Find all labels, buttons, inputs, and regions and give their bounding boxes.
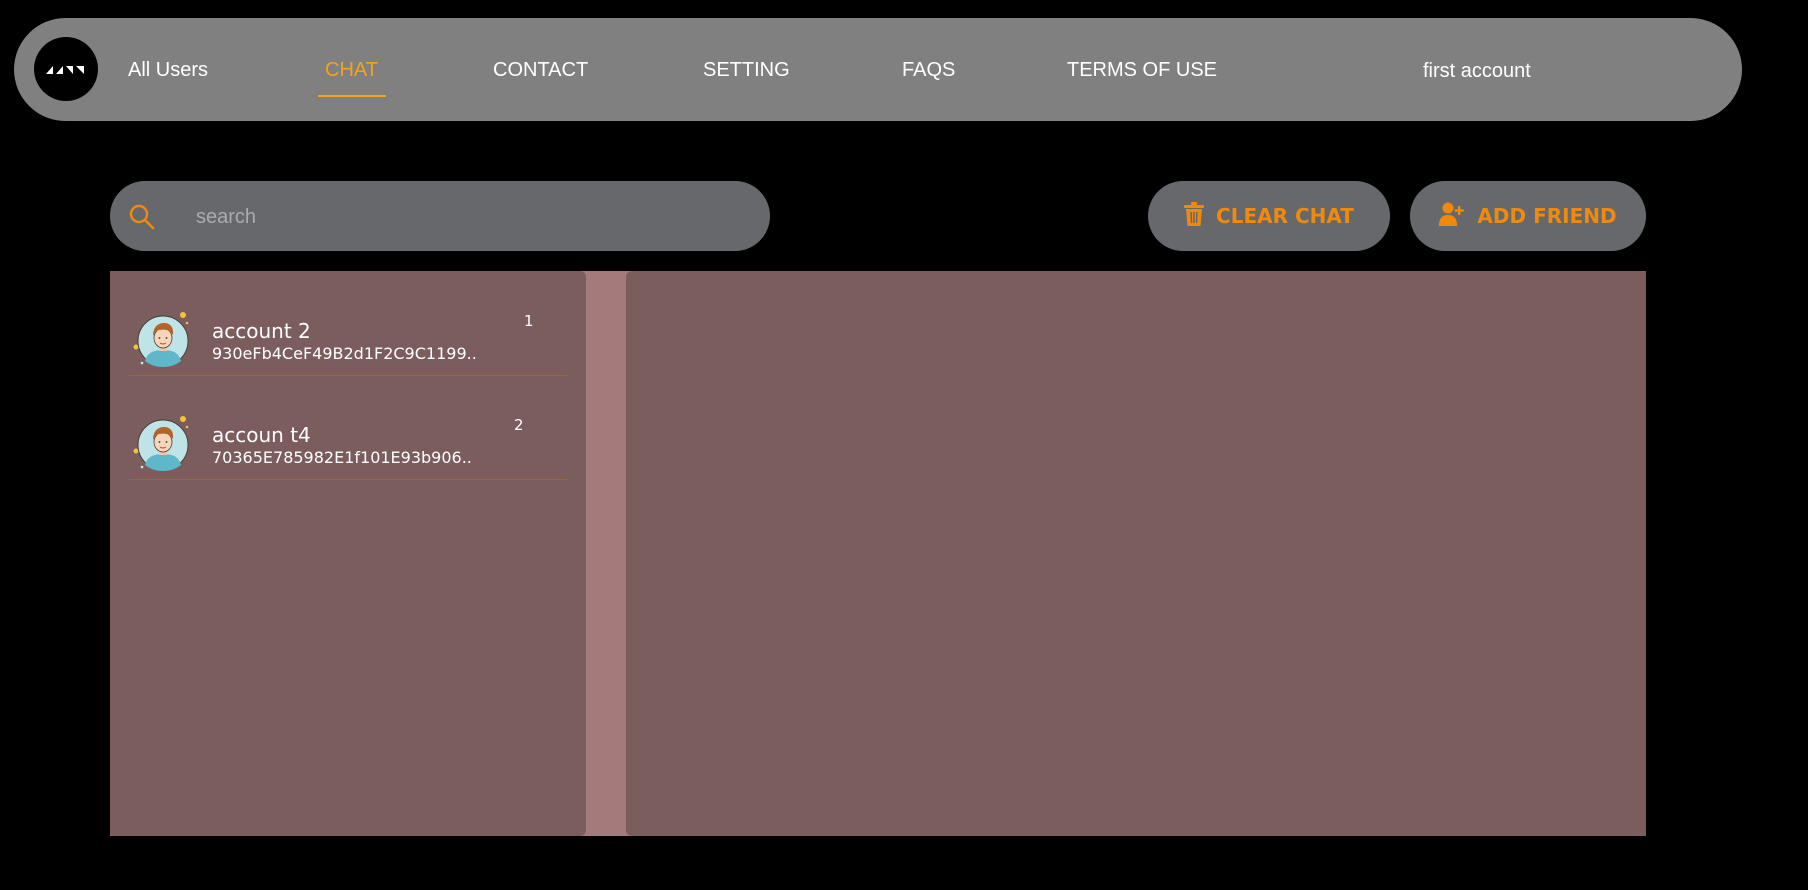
clear-chat-label: CLEAR CHAT — [1216, 204, 1354, 228]
avatar-icon — [133, 311, 193, 371]
contact-name: accoun t4 — [212, 423, 311, 447]
unread-count: 2 — [514, 416, 524, 434]
unread-count: 1 — [524, 312, 534, 330]
search-icon[interactable] — [128, 203, 156, 231]
message-panel[interactable] — [626, 271, 1646, 836]
nav-setting[interactable]: SETTING — [703, 58, 790, 82]
nav-terms-of-use[interactable]: TERMS OF USE — [1067, 58, 1217, 82]
add-friend-button[interactable]: ADD FRIEND — [1410, 181, 1646, 251]
nav-faqs[interactable]: FAQS — [902, 58, 955, 82]
contact-address: 70365E785982E1f101E93b906.. — [212, 448, 472, 467]
nav-contact[interactable]: CONTACT — [493, 58, 588, 82]
search-input[interactable] — [194, 201, 738, 233]
contact-address: 930eFb4CeF49B2d1F2C9C1199.. — [212, 344, 477, 363]
trash-icon — [1184, 201, 1205, 231]
user-plus-icon — [1439, 202, 1465, 231]
search-bar — [110, 181, 770, 251]
contact-name: account 2 — [212, 319, 311, 343]
logo-icon[interactable] — [34, 37, 98, 101]
contact-item[interactable]: accoun t4 70365E785982E1f101E93b906.. 2 — [129, 375, 567, 480]
add-friend-label: ADD FRIEND — [1477, 204, 1617, 228]
account-name[interactable]: first account — [1423, 59, 1531, 83]
contact-item[interactable]: account 2 930eFb4CeF49B2d1F2C9C1199.. 1 — [129, 271, 567, 376]
nav-all-users[interactable]: All Users — [128, 58, 208, 82]
top-navbar: All Users CHAT CONTACT SETTING FAQS TERM… — [14, 18, 1742, 121]
nav-chat[interactable]: CHAT — [325, 58, 378, 82]
contact-list: account 2 930eFb4CeF49B2d1F2C9C1199.. 1 — [110, 271, 586, 836]
avatar-icon — [133, 415, 193, 475]
active-tab-indicator — [318, 95, 386, 97]
clear-chat-button[interactable]: CLEAR CHAT — [1148, 181, 1390, 251]
chat-area: account 2 930eFb4CeF49B2d1F2C9C1199.. 1 — [110, 271, 1646, 836]
